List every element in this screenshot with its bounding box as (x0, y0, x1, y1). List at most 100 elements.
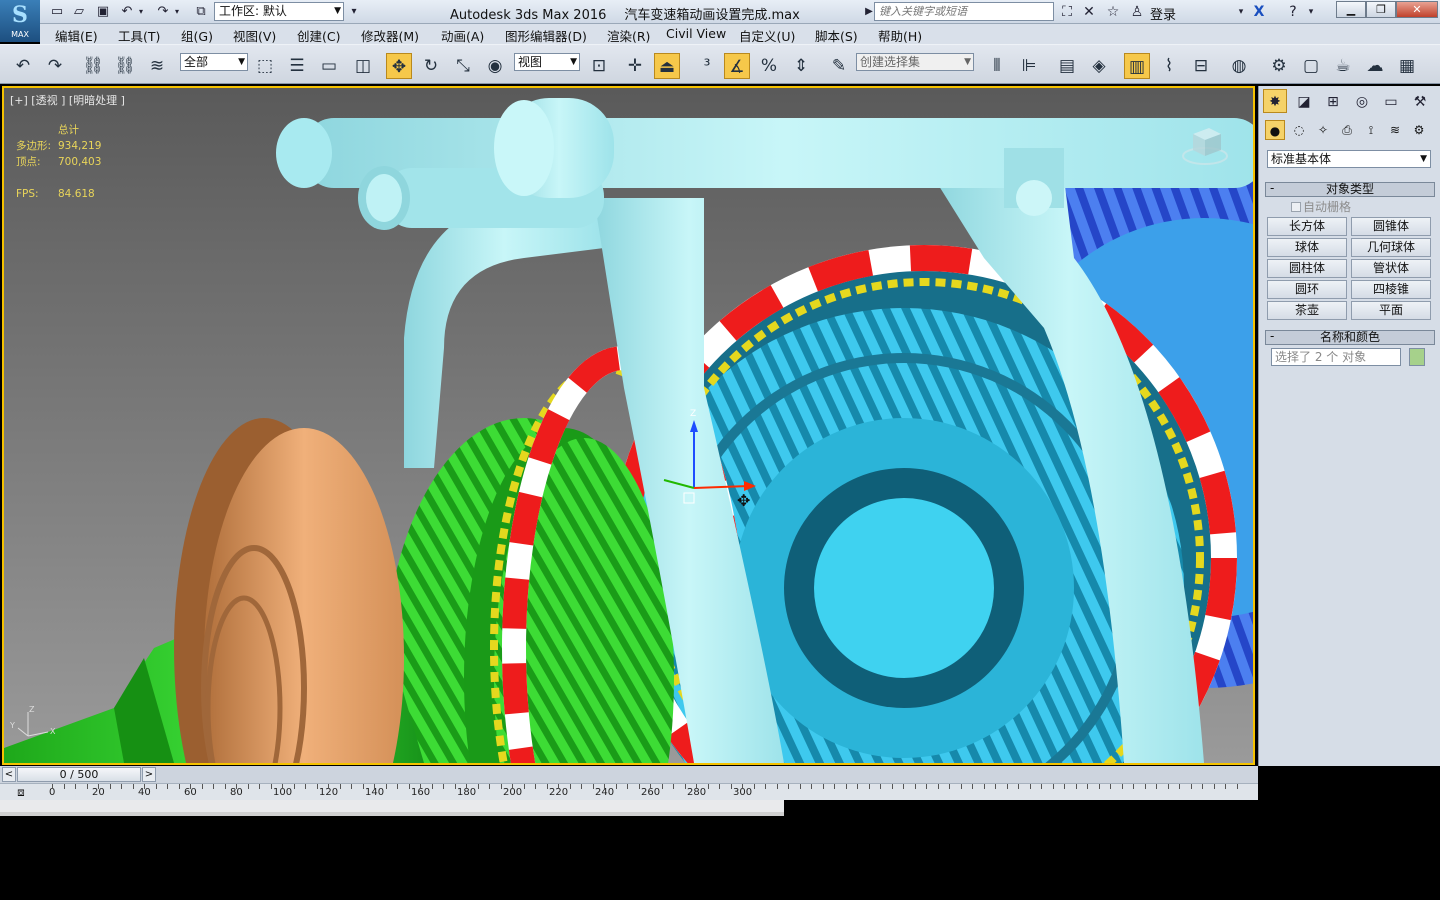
tube-button[interactable]: 管状体 (1351, 259, 1431, 278)
autogrid-checkbox[interactable]: 自动栅格 (1265, 197, 1435, 217)
mirror-icon[interactable]: ⫴ (984, 53, 1010, 79)
named-selection-set-select[interactable]: 创建选择集 ▼ (856, 53, 974, 71)
menu-create[interactable]: 创建(C) (297, 26, 340, 45)
cameras-icon[interactable]: ⎙ (1337, 120, 1357, 140)
lights-icon[interactable]: ✧ (1313, 120, 1333, 140)
schematic-view-icon[interactable]: ⊟ (1188, 53, 1214, 79)
close-button[interactable]: ✕ (1396, 1, 1438, 18)
undo-dropdown-icon[interactable]: ▾ (136, 3, 146, 21)
display-tab-icon[interactable]: ▭ (1379, 89, 1403, 113)
menu-customize[interactable]: 自定义(U) (739, 26, 795, 45)
unlink-icon[interactable]: ⛓ (112, 53, 138, 79)
menu-group[interactable]: 组(G) (181, 26, 213, 45)
select-manipulate-icon[interactable]: ✛ (622, 53, 648, 79)
communication-center-icon[interactable]: ✕ (1080, 3, 1098, 21)
perspective-viewport[interactable]: Z ✥ Z X Y [+] [透视 ] [明暗处理 ] 总计 多边形: 934,2… (2, 86, 1255, 765)
shapes-icon[interactable]: ◌ (1289, 120, 1309, 140)
favorites-star-icon[interactable]: ☆ (1104, 3, 1122, 21)
angle-snap-icon[interactable]: ∡ (724, 53, 750, 79)
time-slider[interactable]: < 0 / 500 > (0, 766, 1258, 783)
time-slider-thumb[interactable]: 0 / 500 (17, 767, 141, 782)
redo-icon[interactable]: ↷ (154, 3, 172, 21)
systems-icon[interactable]: ⚙ (1409, 120, 1429, 140)
menu-animation[interactable]: 动画(A) (441, 26, 484, 45)
project-folder-icon[interactable]: ⧉ (192, 3, 210, 21)
keyboard-shortcut-override-icon[interactable]: ⏏ (654, 53, 680, 79)
render-in-cloud-icon[interactable]: ☁ (1362, 53, 1388, 79)
render-production-icon[interactable]: ☕ (1330, 53, 1356, 79)
render-setup-icon[interactable]: ⚙ (1266, 53, 1292, 79)
viewcube-icon[interactable] (1181, 120, 1229, 168)
binoculars-icon[interactable]: ⛶ (1058, 3, 1076, 21)
mini-curve-editor-icon[interactable]: ⧈ (10, 785, 32, 800)
box-button[interactable]: 长方体 (1267, 217, 1347, 236)
menu-modifiers[interactable]: 修改器(M) (361, 26, 419, 45)
object-name-input[interactable]: 选择了 2 个 对象 (1271, 348, 1401, 366)
login-dropdown-icon[interactable]: ▾ (1232, 3, 1250, 21)
a360-gallery-icon[interactable]: ▦ (1394, 53, 1420, 79)
rectangular-selection-icon[interactable]: ▭ (316, 53, 342, 79)
curve-editor-icon[interactable]: ⌇ (1156, 53, 1182, 79)
menu-help[interactable]: 帮助(H) (878, 26, 922, 45)
customize-quick-access-icon[interactable]: ▾ (345, 3, 363, 21)
cylinder-button[interactable]: 圆柱体 (1267, 259, 1347, 278)
undo-icon[interactable]: ↶ (10, 53, 36, 79)
motion-tab-icon[interactable]: ◎ (1350, 89, 1374, 113)
help-dropdown-icon[interactable]: ▾ (1302, 3, 1320, 21)
redo-dropdown-icon[interactable]: ▾ (172, 3, 182, 21)
open-file-icon[interactable]: ▱ (70, 3, 88, 21)
pivot-center-icon[interactable]: ⊡ (586, 53, 612, 79)
menu-rendering[interactable]: 渲染(R) (607, 26, 650, 45)
cone-button[interactable]: 圆锥体 (1351, 217, 1431, 236)
reference-coordinate-select[interactable]: 视图 ▼ (514, 53, 580, 71)
select-and-move-icon[interactable]: ✥ (386, 53, 412, 79)
snaps-toggle-icon[interactable]: ³ (694, 53, 720, 79)
search-input[interactable]: 键入关键字或短语 (874, 2, 1054, 21)
select-and-scale-icon[interactable]: ⤡ (450, 53, 476, 79)
selection-filter-select[interactable]: 全部 ▼ (180, 53, 248, 71)
menu-scripting[interactable]: 脚本(S) (815, 26, 858, 45)
pyramid-button[interactable]: 四棱锥 (1351, 280, 1431, 299)
torus-button[interactable]: 圆环 (1267, 280, 1347, 299)
scene-explorer-icon[interactable]: ▤ (1054, 53, 1080, 79)
bind-space-warp-icon[interactable]: ≋ (144, 53, 170, 79)
modify-tab-icon[interactable]: ◪ (1292, 89, 1316, 113)
plane-button[interactable]: 平面 (1351, 301, 1431, 320)
utilities-tab-icon[interactable]: ⚒ (1408, 89, 1432, 113)
geosphere-button[interactable]: 几何球体 (1351, 238, 1431, 257)
help-icon[interactable]: ? (1284, 3, 1302, 21)
exchange-apps-icon[interactable]: X (1250, 3, 1268, 21)
menu-graph-editors[interactable]: 图形编辑器(D) (505, 26, 587, 45)
next-frame-icon[interactable]: > (142, 767, 156, 782)
login-link[interactable]: 登录 (1150, 4, 1176, 23)
previous-frame-icon[interactable]: < (2, 767, 16, 782)
link-icon[interactable]: ⛓ (80, 53, 106, 79)
ribbon-toggle-icon[interactable]: ▥ (1124, 53, 1150, 79)
redo-icon[interactable]: ↷ (42, 53, 68, 79)
name-and-color-header[interactable]: - 名称和颜色 (1265, 330, 1435, 345)
select-by-name-icon[interactable]: ☰ (284, 53, 310, 79)
application-menu-button[interactable]: S MAX (0, 0, 40, 42)
helpers-icon[interactable]: ⟟ (1361, 120, 1381, 140)
menu-edit[interactable]: 编辑(E) (55, 26, 98, 45)
teapot-button[interactable]: 茶壶 (1267, 301, 1347, 320)
minimize-button[interactable]: ▁ (1336, 1, 1366, 18)
percent-snap-icon[interactable]: % (756, 53, 782, 79)
object-color-swatch[interactable] (1409, 348, 1425, 366)
rendered-frame-window-icon[interactable]: ▢ (1298, 53, 1324, 79)
material-editor-icon[interactable]: ◍ (1226, 53, 1252, 79)
restore-button[interactable]: ❐ (1366, 1, 1396, 18)
select-and-place-icon[interactable]: ◉ (482, 53, 508, 79)
user-icon[interactable]: ♙ (1128, 3, 1146, 21)
track-bar[interactable]: ⧈ 0 20 40 60 80 100 120 140 160 180 200 220 240 260 28… (0, 783, 1258, 800)
geometry-icon[interactable]: ● (1265, 120, 1285, 140)
geometry-category-select[interactable]: 标准基本体 ▼ (1267, 150, 1431, 168)
hierarchy-tab-icon[interactable]: ⊞ (1321, 89, 1345, 113)
edit-named-selection-icon[interactable]: ✎ (826, 53, 852, 79)
space-warps-icon[interactable]: ≋ (1385, 120, 1405, 140)
select-and-rotate-icon[interactable]: ↻ (418, 53, 444, 79)
align-icon[interactable]: ⊫ (1016, 53, 1042, 79)
save-file-icon[interactable]: ▣ (94, 3, 112, 21)
window-crossing-icon[interactable]: ◫ (350, 53, 376, 79)
new-file-icon[interactable]: ▭ (48, 3, 66, 21)
